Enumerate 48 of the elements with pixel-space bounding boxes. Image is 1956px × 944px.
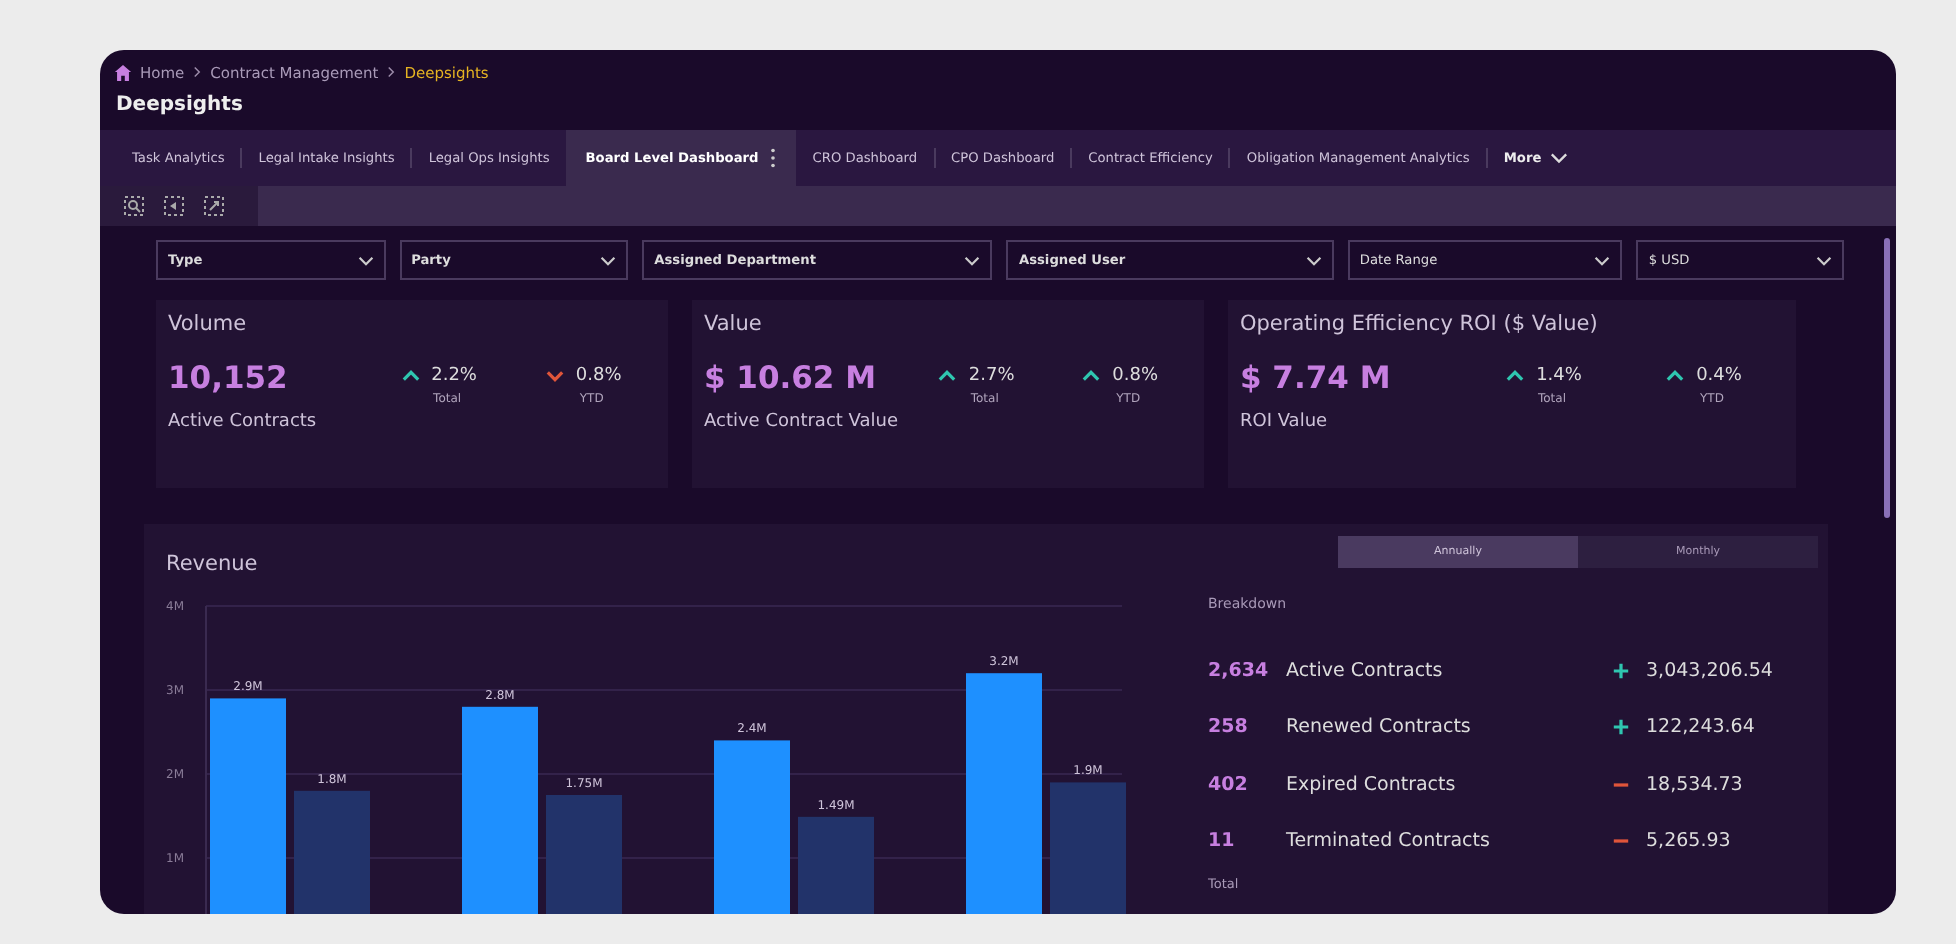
chevron-down-icon bbox=[1815, 255, 1832, 265]
chevron-down-icon bbox=[1305, 255, 1322, 265]
metric-caption: Active Contract Value bbox=[704, 410, 900, 436]
chevron-down-icon bbox=[964, 255, 981, 265]
chart-bar bbox=[546, 795, 622, 914]
scrollbar-thumb[interactable] bbox=[1884, 238, 1890, 518]
contract-count: 2,634 bbox=[1208, 659, 1271, 682]
card-title: Operating Efficiency ROI ($ Value) bbox=[1240, 312, 1600, 336]
amount: 3,043,206.54 bbox=[1646, 659, 1773, 682]
chart-bar bbox=[294, 790, 370, 914]
contract-count: 402 bbox=[1208, 773, 1250, 796]
contract-type: Renewed Contracts bbox=[1286, 716, 1473, 739]
chevron-down-icon bbox=[357, 255, 374, 265]
amount: 122,243.64 bbox=[1646, 716, 1755, 739]
chevron-down-icon bbox=[600, 255, 617, 265]
card-title: Volume bbox=[168, 312, 249, 336]
chevron-down-icon bbox=[1594, 255, 1611, 265]
page-title: Deepsights bbox=[114, 92, 245, 120]
change-percent: 0.4% bbox=[1696, 366, 1742, 386]
metric-value: $ 7.74 M bbox=[1240, 360, 1393, 396]
change-percent: 2.7% bbox=[968, 366, 1015, 386]
kebab-icon[interactable] bbox=[770, 148, 777, 168]
zoom-select-icon[interactable] bbox=[124, 196, 144, 216]
chart-bar bbox=[1050, 782, 1126, 914]
contract-count: 11 bbox=[1208, 830, 1237, 853]
amount: 18,534.73 bbox=[1646, 773, 1743, 796]
reset-zoom-icon[interactable] bbox=[164, 196, 184, 216]
chevron-down-icon bbox=[1549, 152, 1568, 164]
export-icon[interactable] bbox=[204, 196, 224, 216]
change-percent: 1.4% bbox=[1536, 366, 1582, 386]
chevron-icon bbox=[386, 66, 397, 78]
chevron-icon bbox=[192, 66, 203, 78]
change-percent: 2.2% bbox=[431, 366, 477, 386]
panel-title: Revenue bbox=[166, 552, 260, 576]
metric-value: $ 10.62 M bbox=[704, 360, 879, 396]
contract-type: Expired Contracts bbox=[1286, 773, 1458, 796]
contract-type: Active Contracts bbox=[1286, 659, 1445, 682]
card-title: Value bbox=[704, 312, 764, 336]
home-icon bbox=[114, 63, 132, 81]
chart-bar bbox=[798, 816, 874, 914]
amount: 5,265.93 bbox=[1646, 830, 1731, 853]
contract-count: 258 bbox=[1208, 716, 1250, 739]
metric-caption: ROI Value bbox=[1240, 410, 1330, 436]
metric-caption: Active Contracts bbox=[168, 410, 319, 436]
change-percent: 0.8% bbox=[575, 366, 622, 386]
change-percent: 0.8% bbox=[1112, 366, 1159, 386]
contract-type: Terminated Contracts bbox=[1286, 830, 1492, 853]
metric-value: 10,152 bbox=[168, 360, 290, 396]
